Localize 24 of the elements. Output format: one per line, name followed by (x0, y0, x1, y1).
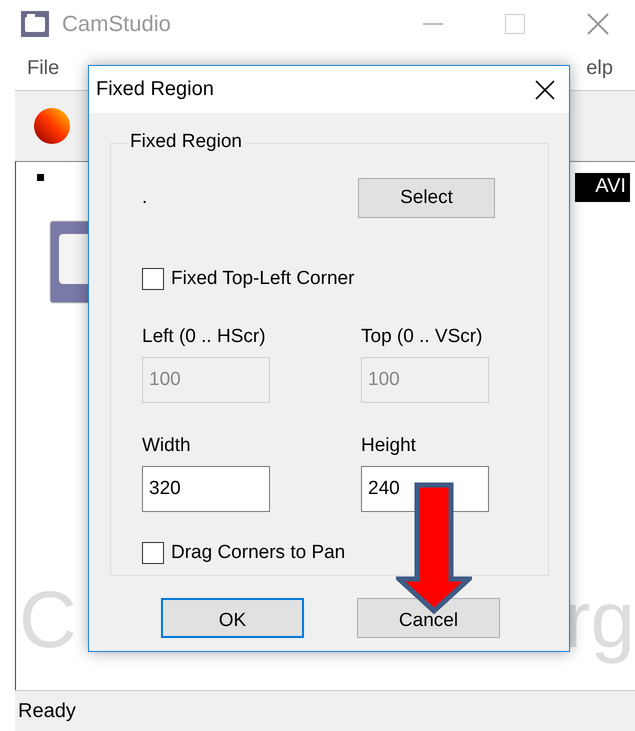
checkbox[interactable] (142, 268, 164, 290)
region-text: . (142, 187, 148, 208)
close-icon[interactable] (535, 80, 555, 100)
menu-item[interactable]: File (27, 57, 60, 80)
menu-item[interactable]: elp (586, 57, 613, 80)
cancel-button[interactable]: Cancel (357, 598, 500, 638)
record-icon[interactable] (33, 107, 71, 145)
group-label: Fixed Region (127, 131, 245, 153)
input-field[interactable]: 320 (142, 466, 270, 512)
checkbox[interactable] (142, 542, 164, 564)
format-label: AVI (575, 173, 630, 202)
field-label: Width (142, 435, 192, 457)
field-label: Left (0 .. HScr) (142, 326, 267, 348)
ok-button[interactable]: OK (161, 598, 304, 638)
window-title: CamStudio (62, 10, 171, 36)
field-label: Height (361, 435, 417, 457)
select-button[interactable]: Select (358, 178, 495, 218)
dialog-title: Fixed Region (96, 78, 214, 101)
status-text: Ready (15, 690, 635, 731)
marker-square (37, 174, 44, 181)
checkbox-label: Fixed Top-Left Corner (171, 268, 354, 290)
app-icon (20, 10, 50, 38)
checkbox-label: Drag Corners to Pan (171, 542, 346, 564)
field-label: Top (0 .. VScr) (361, 326, 484, 348)
